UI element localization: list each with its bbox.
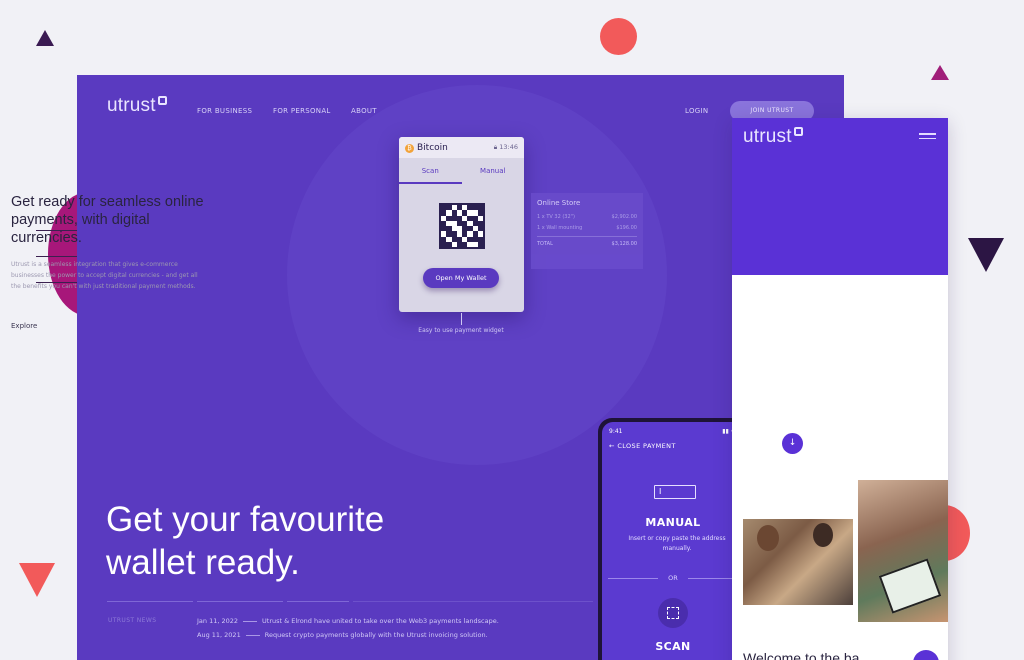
widget-header: ₿ Bitcoin 🔒︎ 13:46 xyxy=(399,137,524,158)
manual-description: Insert or copy paste the address manuall… xyxy=(628,535,726,552)
nav-about[interactable]: ABOUT xyxy=(351,107,377,115)
explore-label[interactable]: Explore xyxy=(11,322,37,330)
utrust-logo[interactable]: utrust xyxy=(107,95,167,117)
decor-triangle xyxy=(931,65,949,80)
manual-title: MANUAL xyxy=(645,516,701,529)
person-shape xyxy=(757,525,779,551)
login-link[interactable]: LOGIN xyxy=(685,107,708,115)
utrust-logo[interactable]: utrust xyxy=(743,126,803,148)
widget-tabs: Scan Manual xyxy=(399,158,524,184)
order-row: 1 x Wall mounting $196.00 xyxy=(537,225,637,231)
decor-line xyxy=(36,256,80,257)
hero-headline: Get your favourite wallet ready. xyxy=(106,500,385,582)
order-total: TOTAL $3,128.00 xyxy=(537,236,637,247)
scan-icon[interactable] xyxy=(658,598,688,628)
logo-mark-icon xyxy=(793,127,803,136)
mobile-header: utrust xyxy=(732,118,948,275)
news-label: UTRUST NEWS xyxy=(108,617,157,624)
device-shape xyxy=(878,558,942,614)
lock-icon: 🔒︎ xyxy=(493,143,498,151)
address-input[interactable]: I xyxy=(654,485,696,499)
bitcoin-icon: ₿ xyxy=(405,143,414,153)
status-time: 9:41 xyxy=(609,428,623,435)
logo-mark-icon xyxy=(157,96,167,105)
decor-triangle xyxy=(36,30,54,46)
order-summary: Online Store 1 x TV 32 (32") $2,902.00 1 … xyxy=(531,193,643,269)
person-shape xyxy=(813,523,833,547)
mobile-headline: Get ready for seamless online payments, … xyxy=(11,194,204,246)
menu-icon[interactable] xyxy=(919,133,936,142)
order-title: Online Store xyxy=(537,199,581,207)
photo-payment-terminal xyxy=(858,480,948,622)
news-divider xyxy=(107,601,193,602)
open-wallet-button[interactable]: Open My Wallet xyxy=(423,268,499,288)
news-divider xyxy=(287,601,349,602)
caption-connector xyxy=(461,313,462,325)
phone-mockup: 9:41 ▮▮ ◠ ← CLOSE PAYMENT I MANUAL Inser… xyxy=(598,418,748,660)
close-payment-link[interactable]: ← CLOSE PAYMENT xyxy=(609,442,676,450)
widget-caption: Easy to use payment widget xyxy=(418,327,504,334)
decor-triangle xyxy=(968,238,1004,272)
news-item[interactable]: Jan 11, 2022 Utrust & Elrond have united … xyxy=(197,617,499,625)
news-divider xyxy=(197,601,283,602)
tab-scan[interactable]: Scan xyxy=(399,158,462,184)
order-row: 1 x TV 32 (32") $2,902.00 xyxy=(537,214,637,220)
widget-timer: 13:46 xyxy=(499,143,518,151)
nav-for-personal[interactable]: FOR PERSONAL xyxy=(273,107,331,115)
mobile-description: Utrust is a seamless integration that gi… xyxy=(11,261,198,290)
news-divider xyxy=(353,601,593,602)
news-item[interactable]: Aug 11, 2021 Request crypto payments glob… xyxy=(197,631,488,639)
photo-customers xyxy=(743,519,853,605)
nav-for-business[interactable]: FOR BUSINESS xyxy=(197,107,252,115)
widget-currency: Bitcoin xyxy=(417,142,448,153)
welcome-heading: Welcome to the ba xyxy=(743,650,860,660)
payment-widget: ₿ Bitcoin 🔒︎ 13:46 Scan Manual Open My Wa… xyxy=(399,137,524,312)
tab-manual[interactable]: Manual xyxy=(462,158,525,184)
qr-code xyxy=(439,203,485,249)
phone-screen: 9:41 ▮▮ ◠ ← CLOSE PAYMENT I MANUAL Inser… xyxy=(602,422,744,660)
explore-arrow-icon[interactable]: ↓ xyxy=(782,433,803,454)
decor-triangle xyxy=(19,563,55,597)
scan-title: SCAN xyxy=(655,640,691,653)
decor-circle xyxy=(600,18,637,55)
